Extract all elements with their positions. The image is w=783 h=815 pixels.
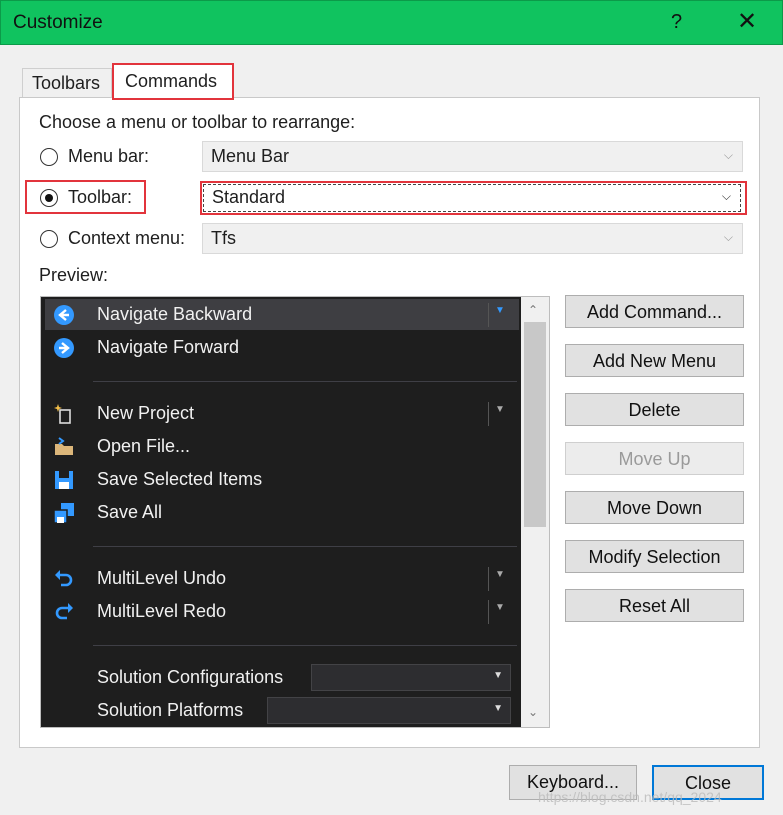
item-label: Solution Platforms <box>97 700 244 720</box>
close-icon[interactable]: ✕ <box>737 10 757 34</box>
delete-button[interactable]: Delete <box>565 393 744 426</box>
context-menu-value: Tfs <box>211 228 236 248</box>
chevron-down-icon[interactable]: ▼ <box>495 305 505 316</box>
menu-bar-value: Menu Bar <box>211 146 290 166</box>
divider <box>488 303 489 327</box>
choose-prompt: Choose a menu or toolbar to rearrange: <box>39 112 356 132</box>
item-label: MultiLevel Redo <box>97 601 227 621</box>
toolbar-value: Standard <box>212 187 286 207</box>
context-menu-dropdown[interactable]: Tfs ⌵ <box>202 223 743 254</box>
context-menu-label: Context menu: <box>68 228 186 248</box>
move-up-button[interactable]: Move Up <box>565 442 744 475</box>
back-arrow-icon <box>54 305 74 325</box>
preview-label: Preview: <box>39 265 109 285</box>
list-item[interactable]: MultiLevel Redo ▼ <box>45 596 519 627</box>
menu-bar-dropdown[interactable]: Menu Bar ⌵ <box>202 141 743 172</box>
context-menu-radio[interactable] <box>40 230 58 248</box>
modify-selection-button[interactable]: Modify Selection <box>565 540 744 573</box>
tab-commands[interactable]: Commands <box>112 63 234 100</box>
save-all-icon <box>53 503 74 524</box>
chevron-down-icon: ⌵ <box>723 230 733 244</box>
help-icon[interactable]: ? <box>671 11 682 34</box>
window-title: Customize <box>13 12 103 33</box>
solution-platform-combo[interactable]: ▼ <box>267 697 511 724</box>
item-label: Save Selected Items <box>97 469 263 489</box>
list-item[interactable]: MultiLevel Undo ▼ <box>45 563 519 594</box>
list-item[interactable]: Solution Platforms ▼ <box>45 695 519 726</box>
forward-arrow-icon <box>54 338 74 358</box>
item-label: Open File... <box>97 436 191 456</box>
move-down-button[interactable]: Move Down <box>565 491 744 524</box>
separator <box>93 645 517 646</box>
list-item[interactable]: Save Selected Items <box>45 464 519 495</box>
chevron-down-icon[interactable]: ▼ <box>495 569 505 580</box>
chevron-down-icon: ▼ <box>493 670 503 681</box>
undo-icon <box>55 570 73 587</box>
item-label: Navigate Backward <box>97 304 253 324</box>
title-bar: Customize ? ✕ <box>0 0 783 45</box>
item-label: MultiLevel Undo <box>97 568 227 588</box>
item-label: Save All <box>97 502 163 522</box>
scrollbar-thumb[interactable] <box>524 322 546 527</box>
chevron-down-icon[interactable]: ▼ <box>495 404 505 415</box>
solution-config-combo[interactable]: ▼ <box>311 664 511 691</box>
toolbar-radio[interactable] <box>40 189 58 207</box>
divider <box>488 402 489 426</box>
list-item[interactable]: Solution Configurations ▼ <box>45 662 519 693</box>
list-item[interactable]: Open File... <box>45 431 519 462</box>
add-new-menu-button[interactable]: Add New Menu <box>565 344 744 377</box>
divider <box>488 567 489 591</box>
redo-icon <box>55 603 73 620</box>
tab-toolbars[interactable]: Toolbars <box>22 68 112 98</box>
list-item[interactable]: Navigate Forward <box>45 332 519 363</box>
watermark: https://blog.csdn.net/qq_2024 <box>538 789 722 805</box>
vertical-scrollbar[interactable]: ⌃ ⌄ <box>521 297 549 727</box>
item-label: Solution Configurations <box>97 667 284 687</box>
toolbar-dropdown[interactable]: Standard ⌵ <box>203 184 741 212</box>
item-label: New Project <box>97 403 195 423</box>
separator <box>93 381 517 382</box>
menu-bar-label: Menu bar: <box>68 146 150 166</box>
list-item[interactable]: Save All <box>45 497 519 528</box>
open-folder-icon <box>55 437 73 455</box>
item-label: Navigate Forward <box>97 337 240 357</box>
scroll-up-icon[interactable]: ⌃ <box>528 303 538 317</box>
reset-all-button[interactable]: Reset All <box>565 589 744 622</box>
divider <box>488 600 489 624</box>
chevron-down-icon: ⌵ <box>721 189 731 203</box>
save-icon <box>55 471 73 489</box>
chevron-down-icon[interactable]: ▼ <box>495 602 505 613</box>
chevron-down-icon: ⌵ <box>723 148 733 162</box>
list-item[interactable]: New Project ▼ <box>45 398 519 429</box>
list-item[interactable]: Navigate Backward ▼ <box>45 299 519 330</box>
chevron-down-icon: ▼ <box>493 703 503 714</box>
menu-bar-radio[interactable] <box>40 148 58 166</box>
scroll-down-icon[interactable]: ⌄ <box>528 705 538 719</box>
toolbar-label: Toolbar: <box>68 187 133 207</box>
preview-list[interactable]: Navigate Backward ▼ Navigate Forward New… <box>40 296 550 728</box>
new-project-icon <box>54 404 71 424</box>
separator <box>93 546 517 547</box>
add-command-button[interactable]: Add Command... <box>565 295 744 328</box>
